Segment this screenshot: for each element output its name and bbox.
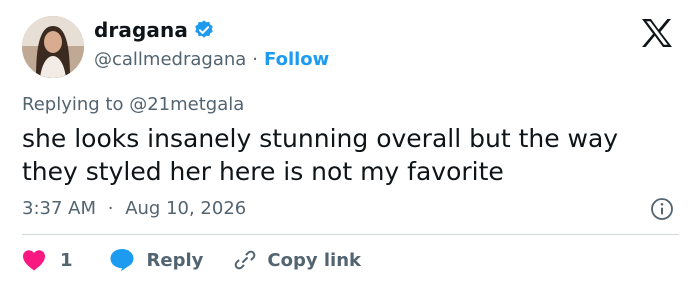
like-button[interactable]: 1: [22, 249, 73, 271]
tweet-timestamp[interactable]: 3:37 AM · Aug 10, 2026: [22, 198, 246, 219]
handle-separator: ·: [252, 49, 259, 70]
divider: [22, 234, 679, 235]
reply-bubble-icon: [110, 249, 134, 272]
author-name-row: dragana: [94, 18, 215, 42]
replying-to-line: Replying to @21metgala: [22, 94, 244, 115]
like-count: 1: [60, 249, 73, 271]
reply-label: Reply: [146, 249, 204, 271]
author-handle-row: @callmedragana · Follow: [94, 49, 329, 70]
link-icon: [235, 250, 256, 270]
tweet-actions-bar: 1 Reply Copy link: [22, 246, 361, 274]
author-handle[interactable]: @callmedragana: [94, 49, 246, 70]
follow-button[interactable]: Follow: [264, 49, 329, 70]
tweet-time: 3:37 AM: [22, 198, 96, 219]
timestamp-separator: ·: [107, 198, 114, 219]
author-display-name[interactable]: dragana: [94, 18, 188, 42]
copy-link-label: Copy link: [267, 249, 361, 271]
x-logo-icon[interactable]: [641, 18, 673, 48]
info-icon[interactable]: [650, 197, 674, 221]
tweet-text: she looks insanely stunning overall but …: [22, 124, 619, 186]
heart-icon: [23, 250, 45, 271]
replying-to-mention[interactable]: @21metgala: [129, 94, 244, 115]
reply-button[interactable]: Reply: [109, 248, 204, 272]
tweet-date: Aug 10, 2026: [125, 198, 247, 219]
verified-badge-icon: [193, 19, 215, 41]
copy-link-button[interactable]: Copy link: [233, 248, 361, 272]
tweet-embed-card: dragana @callmedragana · Follow Replying…: [0, 0, 700, 287]
replying-to-prefix: Replying to: [22, 94, 124, 115]
avatar[interactable]: [22, 16, 84, 78]
